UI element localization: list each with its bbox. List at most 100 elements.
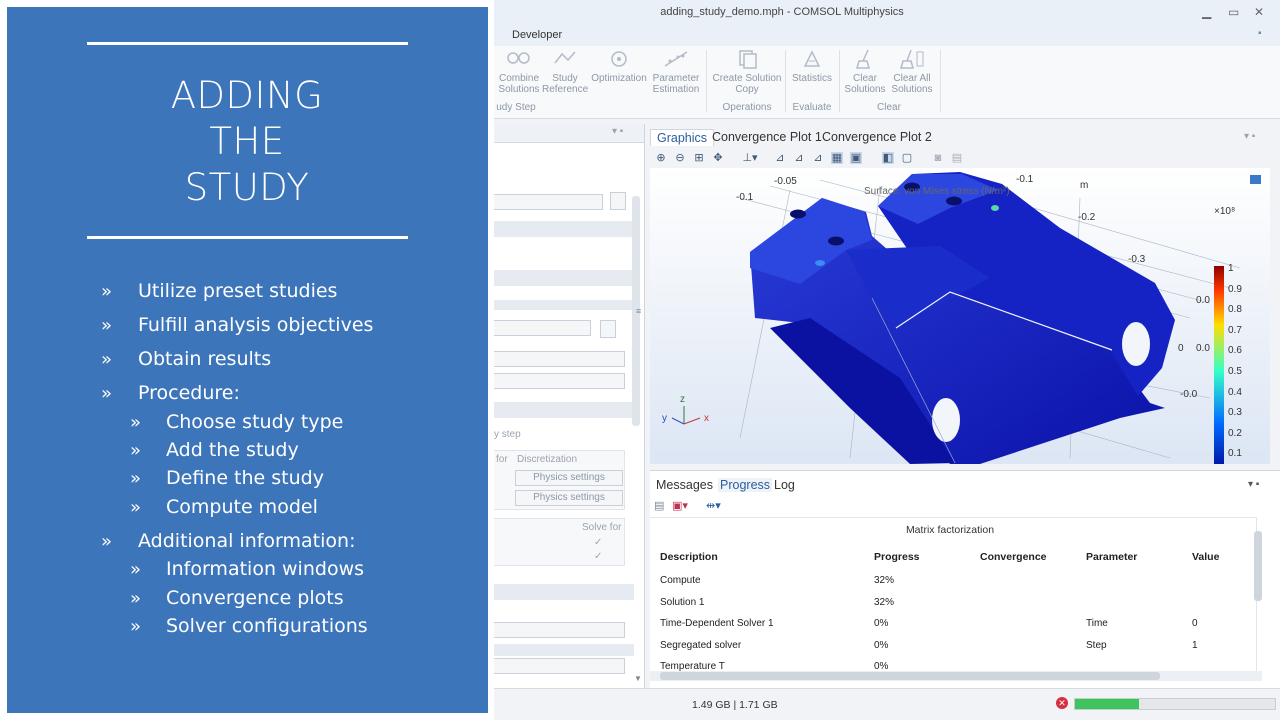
view-xy-icon[interactable]: ⊿: [774, 152, 786, 164]
tab-log[interactable]: Log: [774, 478, 795, 492]
camera-icon[interactable]: ◙: [932, 152, 944, 164]
maximize-icon[interactable]: ▭: [1228, 5, 1239, 19]
slide-title-line-1: ADDING: [170, 74, 324, 117]
tab-graphics[interactable]: Graphics: [650, 129, 715, 146]
section-header: [494, 644, 634, 656]
colorbar-tick: 0.2: [1228, 427, 1242, 439]
pane-pin-icon[interactable]: ▾ ▪: [612, 126, 623, 137]
colorbar-tick: 0.3: [1228, 407, 1242, 419]
bullet-marker: »: [130, 588, 142, 609]
setting-field[interactable]: [494, 351, 625, 367]
bullet-marker: »: [101, 315, 113, 336]
colorbar-tick: 0.8: [1228, 304, 1242, 316]
grid-icon[interactable]: ▦: [831, 152, 843, 164]
slide-panel: ADDING THE STUDY » Utilize preset studies…: [0, 0, 494, 720]
study-reference-icon: [554, 51, 576, 64]
setting-field[interactable]: [494, 658, 625, 674]
group-clear: Clear: [877, 102, 901, 113]
tab-convergence-plot-2[interactable]: Convergence Plot 2: [816, 129, 938, 145]
print-icon[interactable]: ▤: [951, 152, 963, 164]
cancel-compute-icon[interactable]: ✕: [1056, 697, 1068, 709]
axis-icon[interactable]: ▣: [850, 152, 862, 164]
checkbox-checked-icon[interactable]: ✓: [594, 537, 602, 548]
status-bar: 1.49 GB | 1.71 GB ✕: [494, 688, 1280, 720]
colorbar-exponent: ×10⁸: [1214, 206, 1236, 217]
optimization-button[interactable]: Optimization: [590, 48, 648, 84]
graphics-canvas[interactable]: Surface: von Mises stress (N/m²) m -0.05…: [650, 168, 1270, 464]
plot-title: Surface: von Mises stress (N/m²): [864, 186, 1010, 197]
progress-list-icon[interactable]: ▤: [654, 499, 664, 512]
bullet-text: Choose study type: [166, 411, 344, 433]
physics-settings-button[interactable]: Physics settings: [515, 490, 623, 506]
bullet-marker: »: [130, 468, 142, 489]
stop-icon[interactable]: ▣▾: [672, 499, 688, 512]
combine-solutions-button[interactable]: Combine Solutions: [496, 48, 542, 95]
study-reference-button[interactable]: Study Reference: [542, 48, 588, 95]
axis-tick-label: -0.0: [1180, 389, 1198, 400]
clear-all-solutions-label: Clear All Solutions: [891, 73, 933, 95]
parameter-estimation-label: Parameter Estimation: [652, 73, 700, 95]
minimize-icon[interactable]: ▁: [1202, 5, 1211, 19]
select-browse-button[interactable]: [600, 320, 616, 338]
section-header: [494, 221, 634, 237]
checkbox-checked-icon[interactable]: ✓: [594, 551, 602, 562]
group-operations: Operations: [722, 102, 772, 113]
statistics-icon: [803, 50, 821, 67]
progress-hscroll-thumb[interactable]: [660, 672, 1160, 680]
setting-field[interactable]: [494, 373, 625, 389]
colorbar-tick: 0.5: [1228, 366, 1242, 377]
setting-field[interactable]: [494, 622, 625, 638]
ribbon-tab-bar: Developer ▪: [494, 26, 1280, 46]
combine-solutions-label: Combine Solutions: [498, 73, 540, 95]
ribbon-separator: [940, 50, 941, 112]
graphics-pane: Graphics Convergence Plot 1 Convergence …: [650, 126, 1280, 464]
clear-solutions-label: Clear Solutions: [844, 73, 886, 95]
progress-vscrollbar[interactable]: [1254, 531, 1262, 601]
memory-usage: 1.49 GB | 1.71 GB: [692, 699, 778, 711]
slide-title-line-3: STUDY: [184, 166, 310, 209]
view-direction-icon[interactable]: ⊥▾: [738, 152, 762, 164]
view-yz-icon[interactable]: ⊿: [793, 152, 805, 164]
label-field[interactable]: [494, 194, 603, 210]
pane-menu-icon[interactable]: ▾ ▪: [1248, 479, 1259, 490]
progress-cell: 32%: [874, 575, 895, 586]
bullet-marker: »: [101, 383, 113, 404]
colorbar-legend: [1214, 266, 1224, 464]
zoom-extents-icon[interactable]: ✥: [712, 152, 724, 164]
view-zx-icon[interactable]: ⊿: [812, 152, 824, 164]
statistics-button[interactable]: Statistics: [788, 48, 836, 84]
tab-progress[interactable]: Progress: [718, 478, 773, 492]
physics-settings-button[interactable]: Physics settings: [515, 470, 623, 486]
graphics-settings-icon[interactable]: [1250, 175, 1261, 184]
progress-hscroll-track[interactable]: [650, 671, 1262, 681]
ribbon-separator: [785, 50, 786, 112]
expand-icon[interactable]: ⇹▾: [706, 499, 721, 512]
wireframe-icon[interactable]: ▢: [901, 152, 913, 164]
field-browse-button[interactable]: [610, 192, 626, 210]
bullet-text: Define the study: [166, 467, 324, 489]
title-rule-top: [87, 42, 408, 45]
zoom-box-icon[interactable]: ⊞: [693, 152, 705, 164]
clear-all-solutions-button[interactable]: Clear All Solutions: [888, 48, 936, 95]
clear-solutions-button[interactable]: Clear Solutions: [842, 48, 888, 95]
tab-developer[interactable]: Developer: [512, 29, 562, 41]
pane-menu-icon[interactable]: ▾ ▪: [1244, 131, 1255, 142]
tab-messages[interactable]: Messages: [656, 478, 713, 492]
scroll-down-icon[interactable]: ▼: [634, 674, 642, 683]
transparency-icon[interactable]: ◧: [882, 152, 894, 164]
splitter-grip-icon[interactable]: ≡: [636, 306, 641, 316]
create-solution-copy-button[interactable]: Create Solution Copy: [712, 48, 782, 95]
zoom-in-icon[interactable]: ⊕: [655, 152, 667, 164]
progress-cell: 1: [1192, 639, 1198, 651]
ribbon-help-icon[interactable]: ▪: [1258, 28, 1262, 39]
tab-convergence-plot-1[interactable]: Convergence Plot 1: [706, 129, 828, 145]
triad-y-label: y: [662, 413, 667, 424]
select-field[interactable]: [494, 320, 591, 336]
colorbar-tick: 0.6: [1228, 345, 1242, 357]
bullet-text: Utilize preset studies: [138, 280, 338, 302]
parameter-estimation-button[interactable]: Parameter Estimation: [650, 48, 702, 95]
close-icon[interactable]: ✕: [1254, 5, 1264, 19]
statistics-label: Statistics: [791, 73, 832, 84]
zoom-out-icon[interactable]: ⊖: [674, 152, 686, 164]
solve-for-label: Solve for: [582, 522, 622, 533]
